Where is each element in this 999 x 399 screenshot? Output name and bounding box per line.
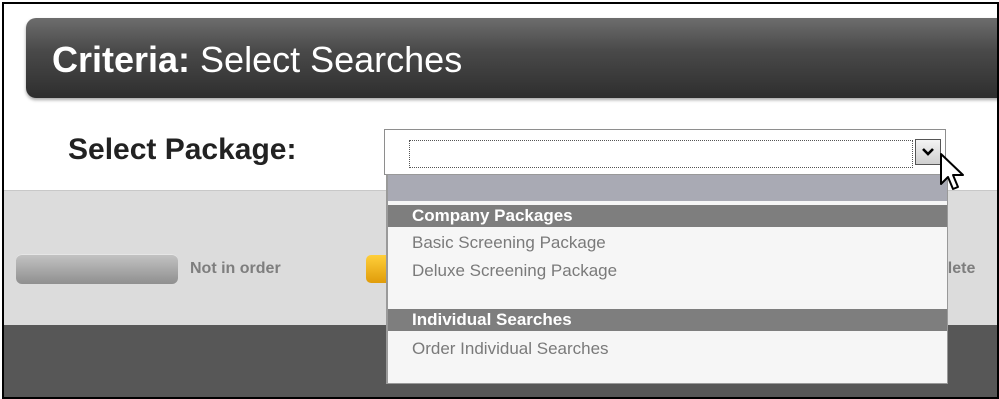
page-title: Criteria: Select Searches [52,39,462,81]
app-frame: Criteria: Select Searches Select Package… [2,2,999,399]
package-select-value [409,140,913,168]
dropdown-selected-empty-option[interactable] [388,175,947,201]
legend-not-in-order: Not in order [190,260,281,277]
mouse-pointer-icon [939,152,967,196]
dropdown-option-deluxe-screening[interactable]: Deluxe Screening Package [412,261,617,281]
dropdown-button[interactable] [915,139,941,165]
package-select[interactable] [384,129,946,175]
page-title-text: Select Searches [190,39,463,80]
page-title-prefix: Criteria: [52,39,191,80]
package-dropdown-list[interactable]: Company Packages Basic Screening Package… [386,174,948,384]
page-header: Criteria: Select Searches [26,18,997,98]
dropdown-option-individual-searches[interactable]: Order Individual Searches [412,339,609,359]
chevron-down-icon [921,143,935,160]
dropdown-group-individual-searches: Individual Searches [388,309,947,331]
status-bar-orange [366,255,388,283]
dropdown-group-company-packages: Company Packages [388,205,947,227]
select-package-label: Select Package: [68,133,297,166]
status-bar-not-in-order [16,254,178,284]
dropdown-option-basic-screening[interactable]: Basic Screening Package [412,233,606,253]
